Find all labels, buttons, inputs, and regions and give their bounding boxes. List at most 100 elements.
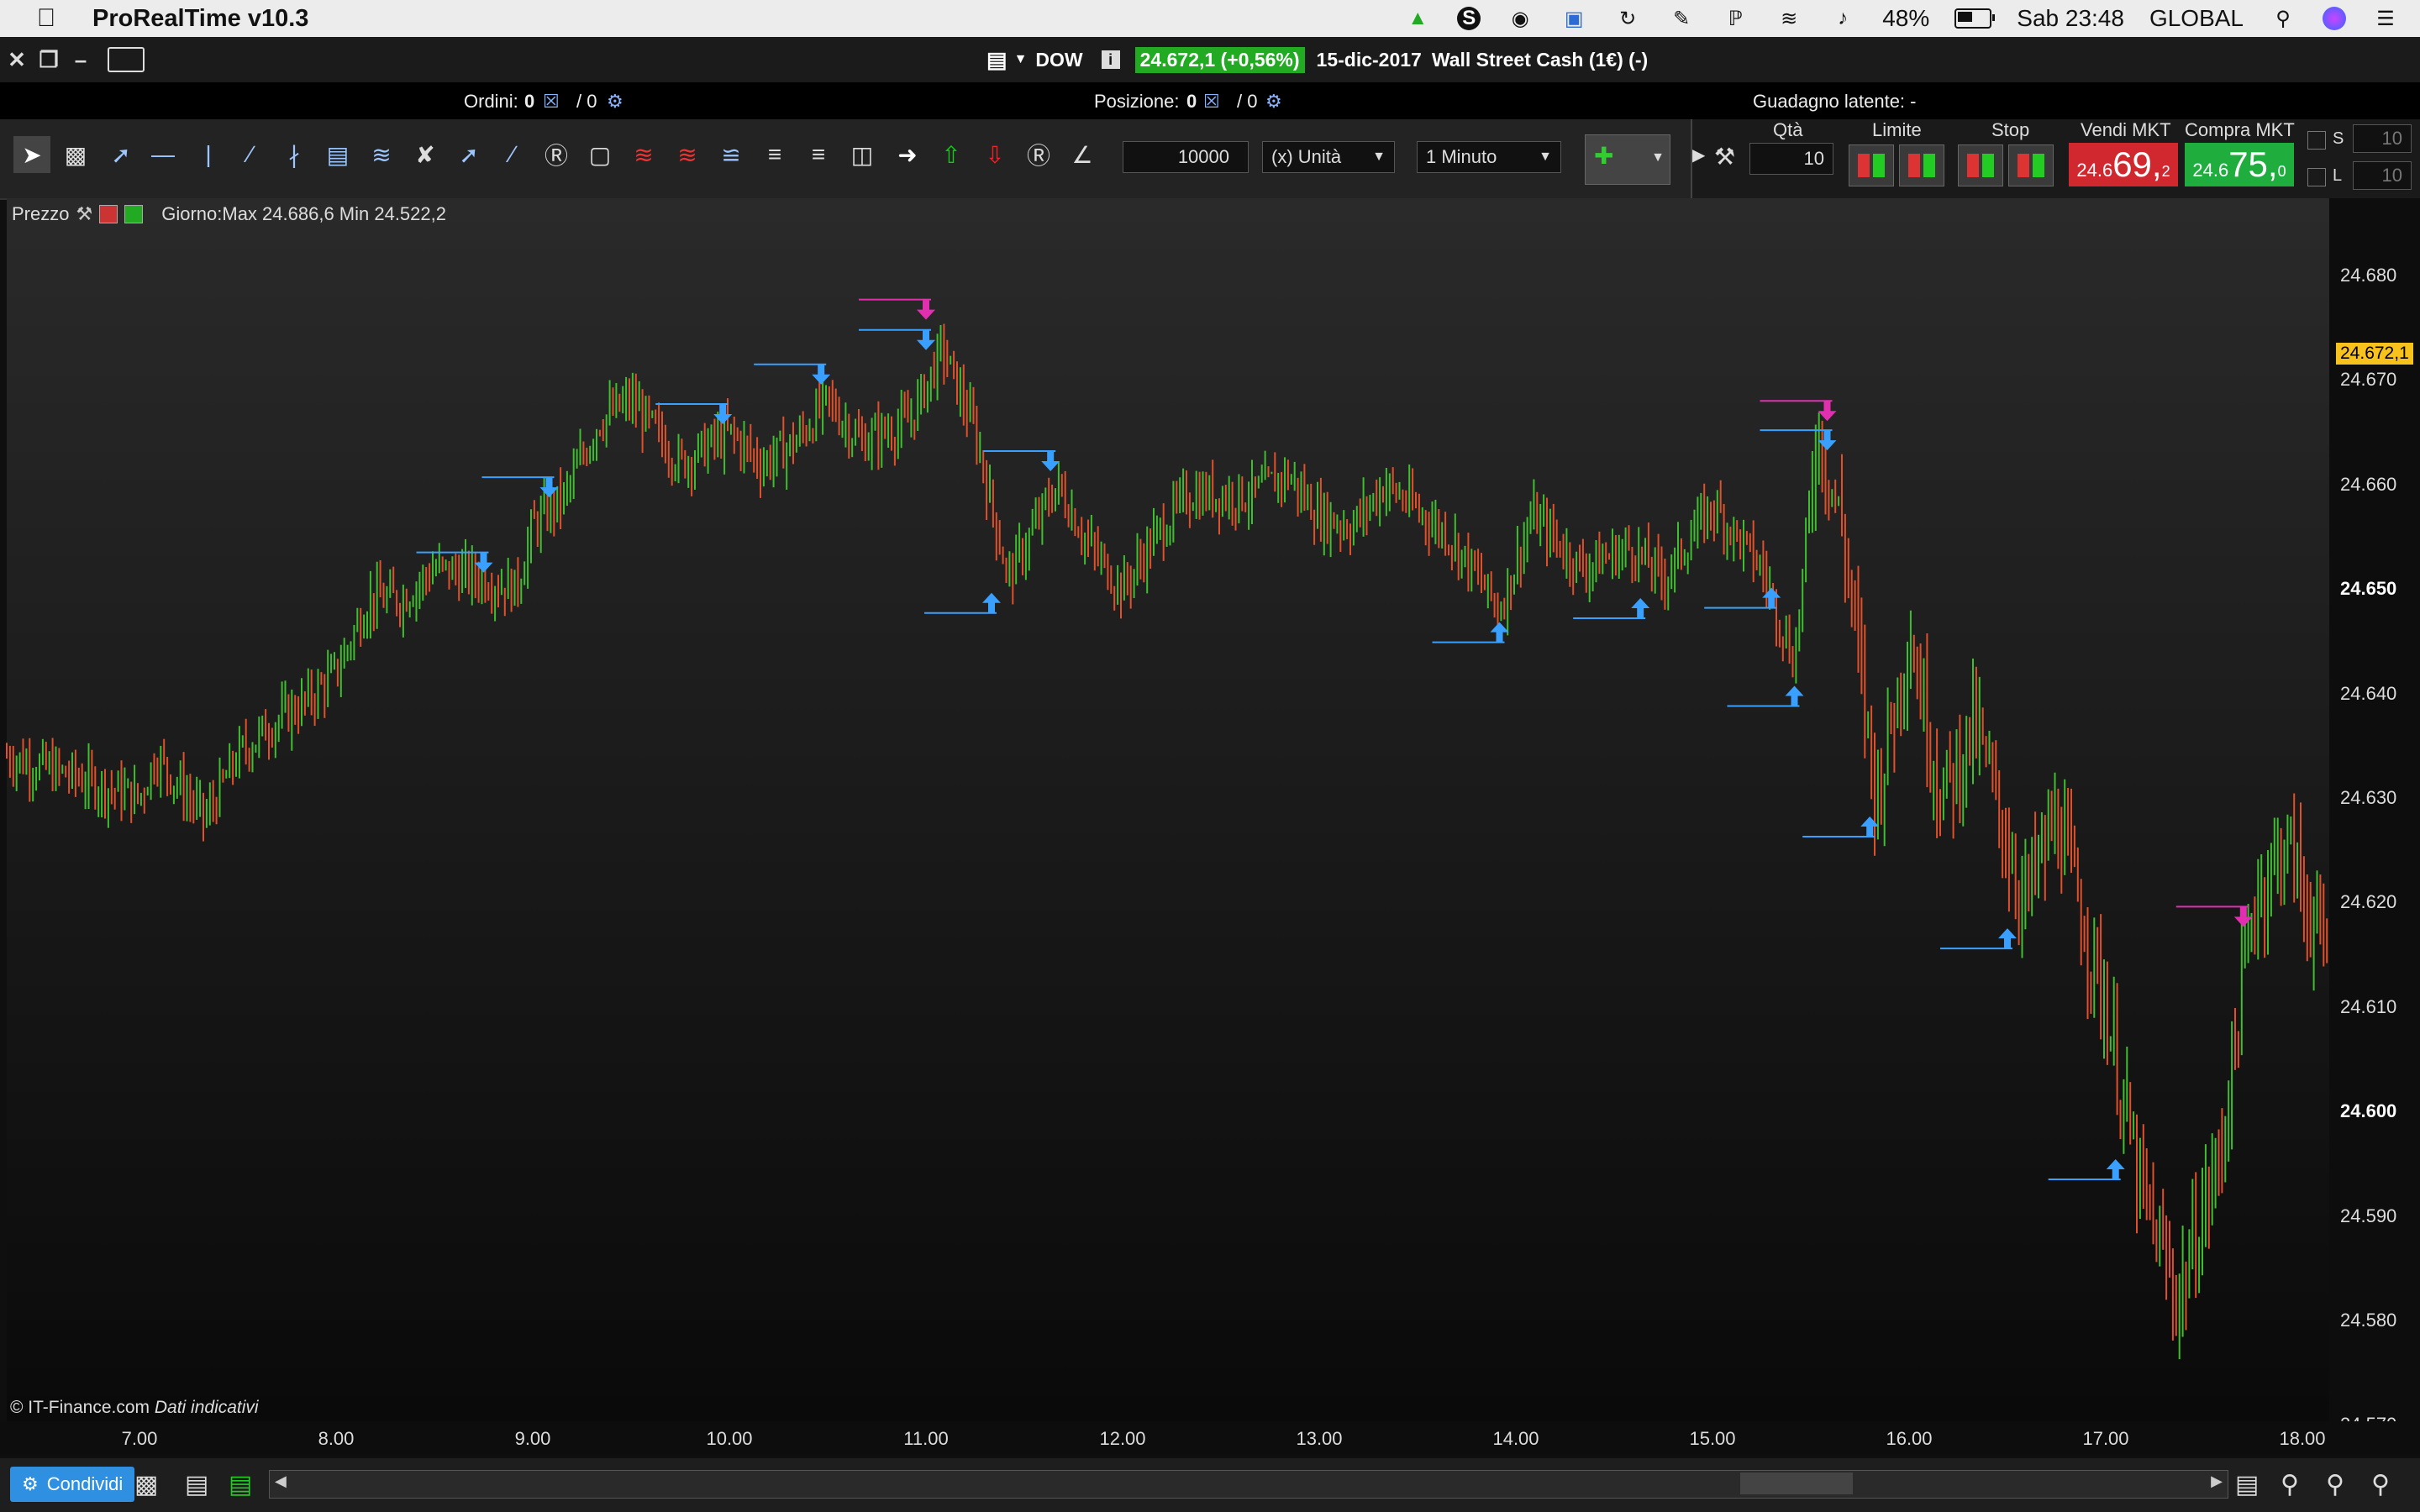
battery-icon[interactable]	[1954, 8, 1996, 29]
unit-select[interactable]: (x) Unità ▼	[1262, 141, 1395, 173]
drawing-toolbar: ➤ ▩ ➚ — | ∕ ∤ ▤ ≋ ✘ ➚ ∕ Ⓡ ▢ ≋ ≋ ≌ ≡ ≡ ◫ …	[0, 119, 2420, 200]
arrow-down-icon[interactable]: ⇩	[976, 136, 1013, 173]
time-axis[interactable]: 7.00 8.00 9.00 10.00 11.00 12.00 13.00 14.00 15.…	[0, 1421, 2420, 1455]
close-icon[interactable]: ✕	[7, 47, 27, 73]
gann-icon[interactable]: ≋	[669, 136, 706, 173]
orders-gear-icon[interactable]: ⚙	[607, 91, 623, 113]
zoom-out-icon[interactable]: ⚲	[2326, 1470, 2344, 1499]
fibonacci-icon[interactable]: ▤	[319, 136, 356, 173]
instrument-type-icon[interactable]: ▤	[986, 47, 1007, 73]
scroll-thumb[interactable]	[1740, 1473, 1853, 1494]
chevron-down-icon[interactable]: ▼	[1014, 52, 1028, 67]
minimize-icon[interactable]: –	[71, 47, 91, 73]
list-icon[interactable]: ▤	[185, 1470, 208, 1499]
zoom-in-icon[interactable]: ⚲	[2371, 1470, 2390, 1499]
orders-cancel-icon[interactable]: ☒	[543, 91, 560, 113]
pointer-icon[interactable]: ➤	[13, 136, 50, 173]
trash-icon[interactable]: ◫	[844, 136, 881, 173]
latent-gain: Guadagno latente: -	[1753, 91, 1917, 112]
ruler-icon[interactable]: ▩	[57, 136, 94, 173]
stop-distance-input[interactable]: 10	[2353, 124, 2412, 153]
user-menu[interactable]: GLOBAL	[2149, 5, 2244, 32]
indicators-button[interactable]: ✚ ▼	[1585, 134, 1670, 185]
buy-market-button[interactable]: 24.6 75, 0	[2185, 143, 2294, 186]
x-tick-label: 16.00	[1886, 1428, 1933, 1449]
channel-icon[interactable]: ∤	[276, 136, 313, 173]
apple-icon[interactable]: 	[34, 4, 59, 33]
current-price-tag: 24.672,1	[2336, 343, 2413, 365]
pen-icon[interactable]: ✎	[1667, 6, 1696, 31]
chart-scrollbar[interactable]: ◀ ▶	[269, 1470, 2228, 1499]
info-icon[interactable]: i	[1101, 50, 1120, 69]
vertical-line-icon[interactable]: |	[190, 136, 227, 173]
zoom-area-icon[interactable]: ⚲	[2281, 1470, 2299, 1499]
zoom-fit-icon[interactable]: ▤	[2235, 1470, 2259, 1499]
text-icon[interactable]: Ⓡ	[538, 136, 575, 173]
parallel-lines-icon[interactable]: ∕	[494, 136, 531, 173]
notification-center-icon[interactable]: ☰	[2371, 6, 2400, 31]
position-close-icon[interactable]: ☒	[1203, 91, 1220, 113]
angle-icon[interactable]: ∠	[1064, 136, 1101, 173]
horizontal-line-icon[interactable]: —	[145, 136, 182, 173]
chart-app-icon[interactable]: ▲	[1403, 6, 1432, 31]
volume-bars-icon[interactable]: ▤	[229, 1470, 252, 1499]
callout-icon[interactable]: Ⓡ	[1020, 136, 1057, 173]
time-machine-icon[interactable]: ↻	[1613, 6, 1642, 31]
limit-sell-button[interactable]	[1849, 144, 1894, 186]
scroll-right-icon[interactable]: ▶	[2211, 1473, 2223, 1490]
sell-market-button[interactable]: 24.6 69, 2	[2069, 143, 2178, 186]
siri-icon[interactable]	[2323, 7, 2346, 30]
restore-icon[interactable]: ❐	[39, 47, 59, 73]
wrench-icon[interactable]: ⚒	[76, 203, 92, 225]
instrument-symbol[interactable]: DOW	[1035, 49, 1082, 71]
line-tool-icon[interactable]: ➚	[103, 136, 139, 173]
stop-checkbox[interactable]	[2307, 131, 2326, 150]
price-chart[interactable]: Prezzo ⚒ Giorno:Max 24.686,6 Min 24.522,…	[0, 198, 2420, 1455]
chart-type-icon[interactable]: ▩	[134, 1470, 158, 1499]
timeframe-select[interactable]: 1 Minuto ▼	[1417, 141, 1561, 173]
clock[interactable]: Sab 23:48	[2017, 5, 2124, 32]
expand-icon[interactable]: ▶	[1692, 144, 1705, 165]
arrow-line-icon[interactable]: ➚	[450, 136, 487, 173]
fib-retracement-icon[interactable]: ≡	[756, 136, 793, 173]
battery-percent: 48%	[1882, 5, 1930, 31]
app-icon[interactable]: ▣	[1560, 6, 1588, 31]
fan-icon[interactable]: ≌	[713, 136, 750, 173]
x-tick-label: 18.00	[2279, 1428, 2326, 1449]
search-icon[interactable]: ⚲	[2269, 6, 2297, 31]
stop-buy-button[interactable]	[2008, 144, 2054, 186]
buy-icon[interactable]	[124, 205, 144, 223]
trendline-icon[interactable]: ∕	[232, 136, 269, 173]
volume-icon[interactable]: ♪	[1828, 6, 1857, 31]
position-gear-icon[interactable]: ⚙	[1265, 91, 1282, 113]
fib-extension-icon[interactable]: ≡	[800, 136, 837, 173]
drive-icon[interactable]: ◉	[1506, 6, 1534, 31]
share-button[interactable]: ⚙ Condividi	[10, 1467, 135, 1502]
stop-sell-button[interactable]	[1958, 144, 2003, 186]
quantity-stepper[interactable]: 10000	[1123, 141, 1249, 173]
limit-distance-input[interactable]: 10	[2353, 161, 2412, 190]
wifi-icon[interactable]: ≋	[1775, 6, 1803, 31]
qty-input[interactable]: 10	[1749, 143, 1833, 175]
y-tick-label: 24.670	[2340, 369, 2397, 391]
chart-plot[interactable]	[0, 198, 2329, 1421]
bluetooth-icon[interactable]: ℙ	[1721, 6, 1749, 31]
x-tick-label: 9.00	[514, 1428, 551, 1449]
rectangle-icon[interactable]: ▢	[581, 136, 618, 173]
instrument-description: Wall Street Cash (1€) (-)	[1431, 48, 1649, 71]
indicator-add-icon: ✚	[1594, 143, 1614, 169]
zigzag-icon[interactable]: ≋	[625, 136, 662, 173]
limit-buy-button[interactable]	[1899, 144, 1944, 186]
skype-icon[interactable]: S	[1457, 7, 1481, 30]
tools-icon[interactable]: ✘	[407, 136, 444, 173]
scroll-left-icon[interactable]: ◀	[275, 1473, 287, 1490]
arrow-right-icon[interactable]: ➜	[889, 136, 926, 173]
pattern-icon[interactable]: ≋	[363, 136, 400, 173]
arrow-up-icon[interactable]: ⇧	[933, 136, 970, 173]
limit-checkbox-label: L	[2333, 166, 2343, 185]
limit-checkbox[interactable]	[2307, 168, 2326, 186]
wrench-icon[interactable]: ⚒	[1714, 143, 1735, 171]
keyboard-icon[interactable]	[108, 47, 145, 72]
sell-icon[interactable]	[99, 205, 118, 223]
app-name[interactable]: ProRealTime v10.3	[92, 5, 308, 33]
